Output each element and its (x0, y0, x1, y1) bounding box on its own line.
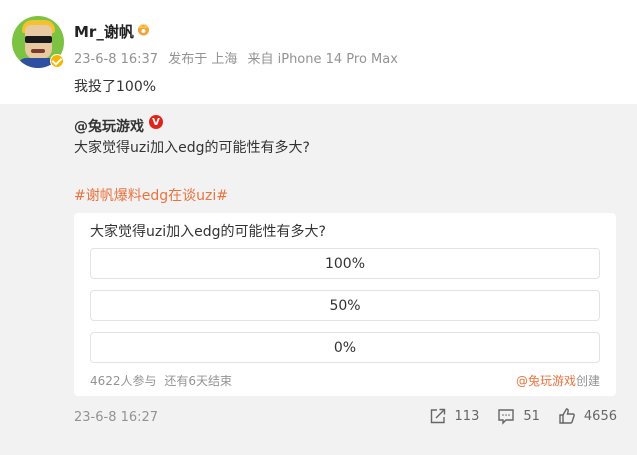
like-count: 4656 (583, 408, 617, 424)
vote-creator-info: @兔玩游戏创建 (516, 372, 600, 389)
verified-v-icon: V (149, 115, 163, 129)
vote-creator-link[interactable]: @兔玩游戏 (516, 374, 576, 388)
post-text: 我投了100% (74, 79, 157, 95)
post-meta: 23-6-8 16:37 发布于 上海 来自 iPhone 14 Pro Max (74, 48, 404, 67)
verified-badge-icon (50, 54, 64, 68)
thumbs-up-icon (559, 408, 575, 424)
post-time[interactable]: 23-6-8 16:37 (74, 52, 158, 67)
vote-stats: 4622人参与 还有6天结束 (90, 372, 236, 389)
repost-time[interactable]: 23-6-8 16:27 (74, 410, 158, 425)
crown-icon (138, 24, 149, 36)
like-button[interactable]: 4656 (558, 407, 617, 425)
vote-question: 大家觉得uzi加入edg的可能性有多大? (90, 224, 326, 240)
post-card: Mr_谢帆 23-6-8 16:37 发布于 上海 来自 iPhone 14 P… (0, 0, 637, 104)
vote-option-0[interactable]: 0% (90, 332, 600, 363)
vote-card: 大家觉得uzi加入edg的可能性有多大? 100% 50% 0% 4622人参与… (74, 213, 616, 396)
share-icon (430, 408, 445, 424)
hashtag-link[interactable]: #谢帆爆料edg在谈uzi# (74, 185, 228, 205)
comment-count: 51 (523, 408, 540, 424)
vote-created-label: 创建 (575, 374, 600, 388)
vote-remaining: 还有6天结束 (164, 374, 233, 388)
post-device: 来自 iPhone 14 Pro Max (247, 52, 398, 67)
avatar-mouth (31, 49, 45, 53)
repost-block: @兔玩游戏 V 大家觉得uzi加入edg的可能性有多大? #谢帆爆料edg在谈u… (0, 104, 637, 455)
share-count: 113 (454, 408, 480, 424)
post-location: 发布于 上海 (168, 52, 238, 67)
share-button[interactable]: 113 (429, 407, 480, 425)
comment-icon (498, 409, 515, 425)
vote-participants: 4622人参与 (90, 374, 157, 388)
action-bar: 113 51 4656 (411, 407, 617, 425)
source-username[interactable]: @兔玩游戏 (74, 116, 144, 136)
comment-button[interactable]: 51 (497, 407, 540, 425)
avatar-glasses (25, 36, 52, 43)
username[interactable]: Mr_谢帆 (74, 21, 134, 42)
vote-option-100[interactable]: 100% (90, 248, 600, 279)
source-text: 大家觉得uzi加入edg的可能性有多大? (74, 140, 310, 156)
vote-option-50[interactable]: 50% (90, 290, 600, 321)
